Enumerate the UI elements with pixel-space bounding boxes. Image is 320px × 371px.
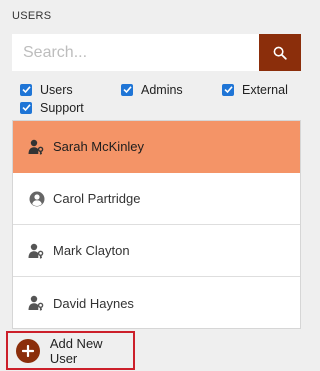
plus-circle-icon: [16, 338, 40, 363]
search-icon: [273, 46, 287, 60]
search-button[interactable]: [259, 34, 301, 71]
filter-label: Admins: [141, 82, 183, 97]
user-row-sarah-mckinley[interactable]: Sarah McKinley: [13, 121, 300, 173]
search-input[interactable]: [12, 34, 259, 71]
user-list: Sarah McKinley Carol Partridge Mark Clay…: [12, 120, 301, 329]
panel-title: USERS: [12, 10, 52, 22]
filter-checkboxes: Users Admins External Support: [20, 82, 310, 115]
user-key-icon: [27, 293, 47, 313]
user-key-icon: [27, 241, 47, 261]
user-row-carol-partridge[interactable]: Carol Partridge: [13, 173, 300, 225]
search-bar: [12, 34, 301, 71]
user-key-icon: [27, 137, 47, 157]
user-circle-icon: [27, 189, 47, 209]
filter-external[interactable]: External: [222, 82, 310, 97]
user-row-mark-clayton[interactable]: Mark Clayton: [13, 225, 300, 277]
add-new-user-label: Add New User: [49, 335, 103, 366]
user-name: Sarah McKinley: [53, 139, 145, 154]
checkbox-checked-icon[interactable]: [121, 83, 133, 96]
user-name: Carol Partridge: [53, 191, 141, 206]
filter-label: Support: [40, 100, 84, 115]
filter-users[interactable]: Users: [20, 82, 121, 97]
filter-label: Users: [40, 82, 73, 97]
filter-support[interactable]: Support: [20, 100, 140, 115]
checkbox-checked-icon[interactable]: [20, 101, 32, 114]
user-name: David Haynes: [53, 295, 134, 311]
checkbox-checked-icon[interactable]: [222, 83, 234, 96]
users-panel: USERS Users Admins External: [0, 0, 314, 371]
filter-label: External: [242, 82, 288, 97]
user-name: Mark Clayton: [53, 243, 130, 258]
filter-admins[interactable]: Admins: [121, 82, 222, 97]
user-row-david-haynes[interactable]: David Haynes: [13, 277, 300, 329]
checkbox-checked-icon[interactable]: [20, 83, 32, 96]
add-new-user-button[interactable]: Add New User: [6, 331, 135, 370]
